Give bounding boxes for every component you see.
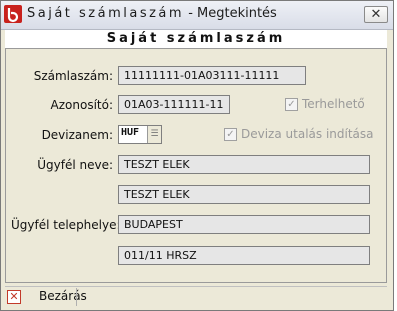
currency-lookup-icon[interactable]: ☰ [147, 126, 161, 143]
footer-separator [76, 288, 77, 306]
app-logo-icon [4, 5, 22, 23]
client-name-field-1[interactable]: TESZT ELEK [118, 155, 370, 174]
client-site-field-2[interactable]: 011/11 HRSZ [118, 246, 370, 265]
currency-value: HUF [121, 127, 140, 138]
client-name-field-2[interactable]: TESZT ELEK [118, 185, 370, 204]
close-action-label: Bezárás [39, 289, 87, 303]
window-title: Saját számlaszám - Megtekintés [27, 6, 277, 21]
chargeable-checkbox[interactable]: ✓ [285, 98, 298, 111]
identifier-field[interactable]: 01A03-111111-11 [118, 95, 230, 114]
client-site-label: Ügyfél telephelye: [11, 218, 121, 232]
panel-header: Saját számlaszám [5, 30, 387, 49]
dialog-window: Saját számlaszám - Megtekintés ✕ Saját s… [0, 0, 394, 311]
chargeable-label: Terhelhető [302, 97, 365, 111]
currency-select[interactable]: HUF ☰ [118, 125, 162, 144]
client-site-field-1[interactable]: BUDAPEST [118, 215, 370, 234]
currency-label: Devizanem: [41, 128, 113, 142]
account-number-field[interactable]: 11111111-01A03111-11111 [118, 66, 306, 85]
identifier-label: Azonosító: [50, 98, 113, 112]
client-name-label: Ügyfél neve: [37, 158, 113, 172]
fx-transfer-checkbox[interactable]: ✓ [224, 128, 237, 141]
window-close-button[interactable]: ✕ [364, 6, 388, 23]
title-bar[interactable]: Saját számlaszám - Megtekintés ✕ [1, 1, 393, 30]
fx-transfer-label: Deviza utalás indítása [241, 127, 374, 141]
account-number-label: Számlaszám: [33, 69, 113, 83]
close-x-icon: ✕ [7, 290, 21, 304]
